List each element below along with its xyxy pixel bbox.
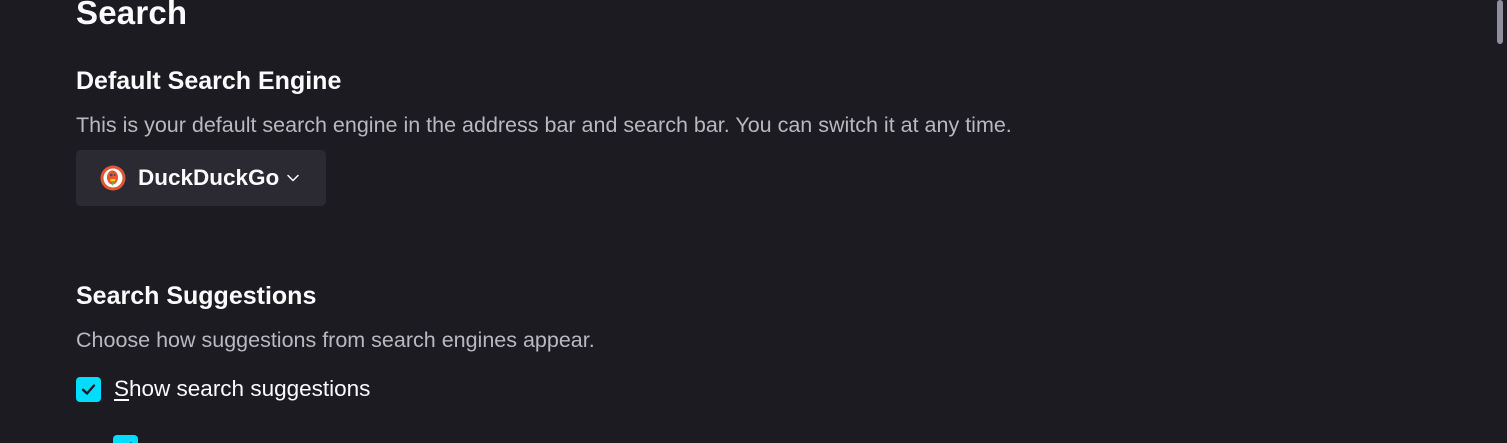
search-suggestions-description: Choose how suggestions from search engin… bbox=[76, 328, 595, 352]
scrollbar-thumb[interactable] bbox=[1497, 0, 1503, 44]
search-suggestions-heading: Search Suggestions bbox=[76, 282, 317, 310]
sub-suggestion-option[interactable] bbox=[113, 435, 138, 443]
vertical-scrollbar[interactable] bbox=[1493, 0, 1507, 443]
default-engine-heading: Default Search Engine bbox=[76, 67, 342, 95]
chevron-down-icon bbox=[286, 171, 300, 185]
settings-page: Search Default Search Engine This is you… bbox=[0, 0, 1507, 443]
show-search-suggestions-checkbox[interactable] bbox=[76, 376, 101, 402]
duckduckgo-icon bbox=[100, 165, 126, 191]
default-engine-dropdown[interactable]: DuckDuckGo bbox=[76, 150, 326, 206]
checkmark-icon bbox=[81, 383, 96, 395]
page-title: Search bbox=[76, 0, 188, 31]
accesskey-letter: S bbox=[114, 376, 130, 401]
label-rest: how search suggestions bbox=[129, 376, 371, 401]
selected-engine-label: DuckDuckGo bbox=[138, 165, 280, 190]
show-search-suggestions-option[interactable]: Show search suggestions bbox=[76, 376, 370, 402]
sub-suggestion-checkbox[interactable] bbox=[113, 435, 138, 443]
default-engine-description: This is your default search engine in th… bbox=[76, 113, 1012, 137]
show-search-suggestions-label: Show search suggestions bbox=[114, 376, 370, 402]
checkmark-icon bbox=[129, 442, 133, 443]
